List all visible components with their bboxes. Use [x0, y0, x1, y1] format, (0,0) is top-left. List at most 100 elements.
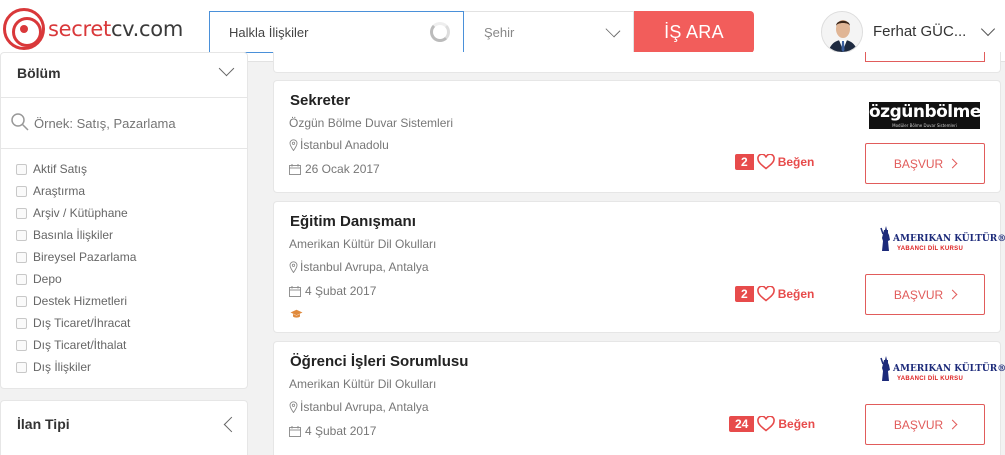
- company-logo[interactable]: AMERIKAN KÜLTÜR® YABANCI DİL KURSU: [879, 224, 1005, 260]
- apply-button[interactable]: BAŞVUR: [865, 274, 985, 315]
- job-title[interactable]: Öğrenci İşleri Sorumlusu: [290, 353, 468, 370]
- company-logo-text: AMERIKAN KÜLTÜR®: [893, 364, 1005, 374]
- divider: [0, 148, 248, 149]
- company-logo[interactable]: özgünbölme Modüler Bölme Duvar Sistemleri: [869, 102, 981, 129]
- logo-mark-icon: [3, 8, 45, 50]
- chevron-right-icon: [947, 289, 958, 300]
- chevron-down-icon[interactable]: [980, 21, 996, 37]
- avatar[interactable]: [821, 11, 863, 53]
- list-item[interactable]: Bireysel Pazarlama: [16, 246, 136, 268]
- apply-label: BAŞVUR: [893, 417, 944, 432]
- job-date: 4 Şubat 2017: [289, 424, 376, 438]
- like-count: 2: [735, 154, 754, 170]
- list-item-label: Bireysel Pazarlama: [33, 250, 137, 264]
- apply-button[interactable]: BAŞVUR: [865, 404, 985, 445]
- checkbox[interactable]: [16, 207, 27, 219]
- site-logo[interactable]: secretcv.com: [3, 6, 183, 52]
- checkbox[interactable]: [16, 251, 27, 263]
- list-item[interactable]: Dış Ticaret/İthalat: [16, 334, 136, 356]
- bolum-list: Aktif Satış Araştırma Arşiv / Kütüphane …: [16, 158, 136, 378]
- like-count: 2: [735, 286, 754, 302]
- list-item[interactable]: Araştırma: [16, 180, 136, 202]
- list-item-label: Dış İlişkiler: [33, 360, 92, 374]
- job-date-text: 26 Ocak 2017: [305, 162, 380, 176]
- job-title[interactable]: Sekreter: [290, 92, 350, 109]
- heart-icon[interactable]: [757, 416, 776, 432]
- pin-icon: [289, 261, 298, 273]
- list-item-label: Araştırma: [33, 184, 86, 198]
- checkbox[interactable]: [16, 361, 27, 373]
- checkbox[interactable]: [16, 185, 27, 197]
- divider: [0, 97, 248, 98]
- list-item-label: Basınla İlişkiler: [33, 228, 114, 242]
- job-location-text: İstanbul Avrupa, Antalya: [300, 260, 429, 274]
- graduation-cap-icon: [290, 309, 303, 318]
- user-name[interactable]: Ferhat GÜC...: [873, 23, 966, 40]
- list-item[interactable]: Basınla İlişkiler: [16, 224, 136, 246]
- list-item-label: Dış Ticaret/İthalat: [33, 338, 127, 352]
- bolum-filter-title[interactable]: Bölüm: [17, 65, 61, 81]
- company-logo-text: özgünbölme: [869, 102, 981, 122]
- like-button[interactable]: 2 Beğen: [735, 286, 814, 302]
- job-location-text: İstanbul Anadolu: [300, 138, 389, 152]
- job-location: İstanbul Anadolu: [289, 138, 389, 152]
- job-company[interactable]: Özgün Bölme Duvar Sistemleri: [289, 116, 453, 130]
- like-label: Beğen: [777, 287, 815, 301]
- like-count: 24: [729, 416, 755, 432]
- job-date: 4 Şubat 2017: [289, 284, 376, 298]
- list-item-label: Dış Ticaret/İhracat: [33, 316, 131, 330]
- statue-of-liberty-icon: [880, 356, 890, 381]
- company-logo-text: AMERIKAN KÜLTÜR®: [893, 234, 1005, 244]
- company-logo-subtext: YABANCI DİL KURSU: [897, 376, 964, 382]
- list-item[interactable]: Dış Ticaret/İhracat: [16, 312, 136, 334]
- job-date-text: 4 Şubat 2017: [305, 424, 377, 438]
- job-title[interactable]: Eğitim Danışmanı: [290, 213, 416, 230]
- like-label: Beğen: [778, 417, 816, 431]
- checkbox[interactable]: [16, 295, 27, 307]
- apply-button[interactable]: BAŞVUR: [865, 143, 985, 184]
- list-item[interactable]: Aktif Satış: [16, 158, 136, 180]
- job-company[interactable]: Amerikan Kültür Dil Okulları: [289, 237, 436, 251]
- calendar-icon: [289, 285, 301, 297]
- list-item-label: Destek Hizmetleri: [33, 294, 128, 308]
- job-card[interactable]: Sekreter Özgün Bölme Duvar Sistemleri İs…: [273, 80, 1001, 193]
- list-item[interactable]: Dış İlişkiler: [16, 356, 136, 378]
- list-item[interactable]: Destek Hizmetleri: [16, 290, 136, 312]
- checkbox[interactable]: [16, 317, 27, 329]
- job-card[interactable]: Öğrenci İşleri Sorumlusu Amerikan Kültür…: [273, 341, 1005, 455]
- chevron-right-icon: [947, 419, 958, 430]
- checkbox[interactable]: [16, 229, 27, 241]
- like-button[interactable]: 24 Beğen: [729, 416, 815, 432]
- apply-button-partial[interactable]: [865, 52, 985, 62]
- job-card[interactable]: Eğitim Danışmanı Amerikan Kültür Dil Oku…: [273, 201, 1005, 333]
- checkbox[interactable]: [16, 339, 27, 351]
- calendar-icon: [289, 425, 301, 437]
- pin-icon: [289, 401, 298, 413]
- city-select-placeholder: Şehir: [484, 24, 515, 40]
- like-button[interactable]: 2 Beğen: [735, 154, 814, 170]
- list-item-label: Depo: [33, 272, 62, 286]
- search-button[interactable]: İŞ ARA: [634, 11, 754, 53]
- list-item[interactable]: Arşiv / Kütüphane: [16, 202, 136, 224]
- heart-icon[interactable]: [756, 154, 775, 170]
- checkbox[interactable]: [16, 163, 27, 175]
- company-logo-subtext: YABANCI DİL KURSU: [897, 246, 964, 252]
- ilan-tipi-filter-title[interactable]: İlan Tipi: [17, 416, 70, 432]
- bolum-search-input[interactable]: [34, 112, 234, 134]
- spinner-icon: [430, 22, 450, 42]
- job-date: 26 Ocak 2017: [289, 162, 380, 176]
- job-location: İstanbul Avrupa, Antalya: [289, 400, 429, 414]
- job-search-input[interactable]: [209, 11, 464, 53]
- chevron-right-icon: [947, 158, 958, 169]
- checkbox[interactable]: [16, 273, 27, 285]
- search-icon: [11, 113, 29, 131]
- calendar-icon: [289, 163, 301, 175]
- apply-label: BAŞVUR: [893, 287, 944, 302]
- pin-icon: [289, 139, 298, 151]
- statue-of-liberty-icon: [880, 226, 890, 251]
- job-date-text: 4 Şubat 2017: [305, 284, 377, 298]
- heart-icon[interactable]: [756, 286, 775, 302]
- list-item[interactable]: Depo: [16, 268, 136, 290]
- job-company[interactable]: Amerikan Kültür Dil Okulları: [289, 377, 436, 391]
- company-logo[interactable]: AMERIKAN KÜLTÜR® YABANCI DİL KURSU: [879, 354, 1005, 390]
